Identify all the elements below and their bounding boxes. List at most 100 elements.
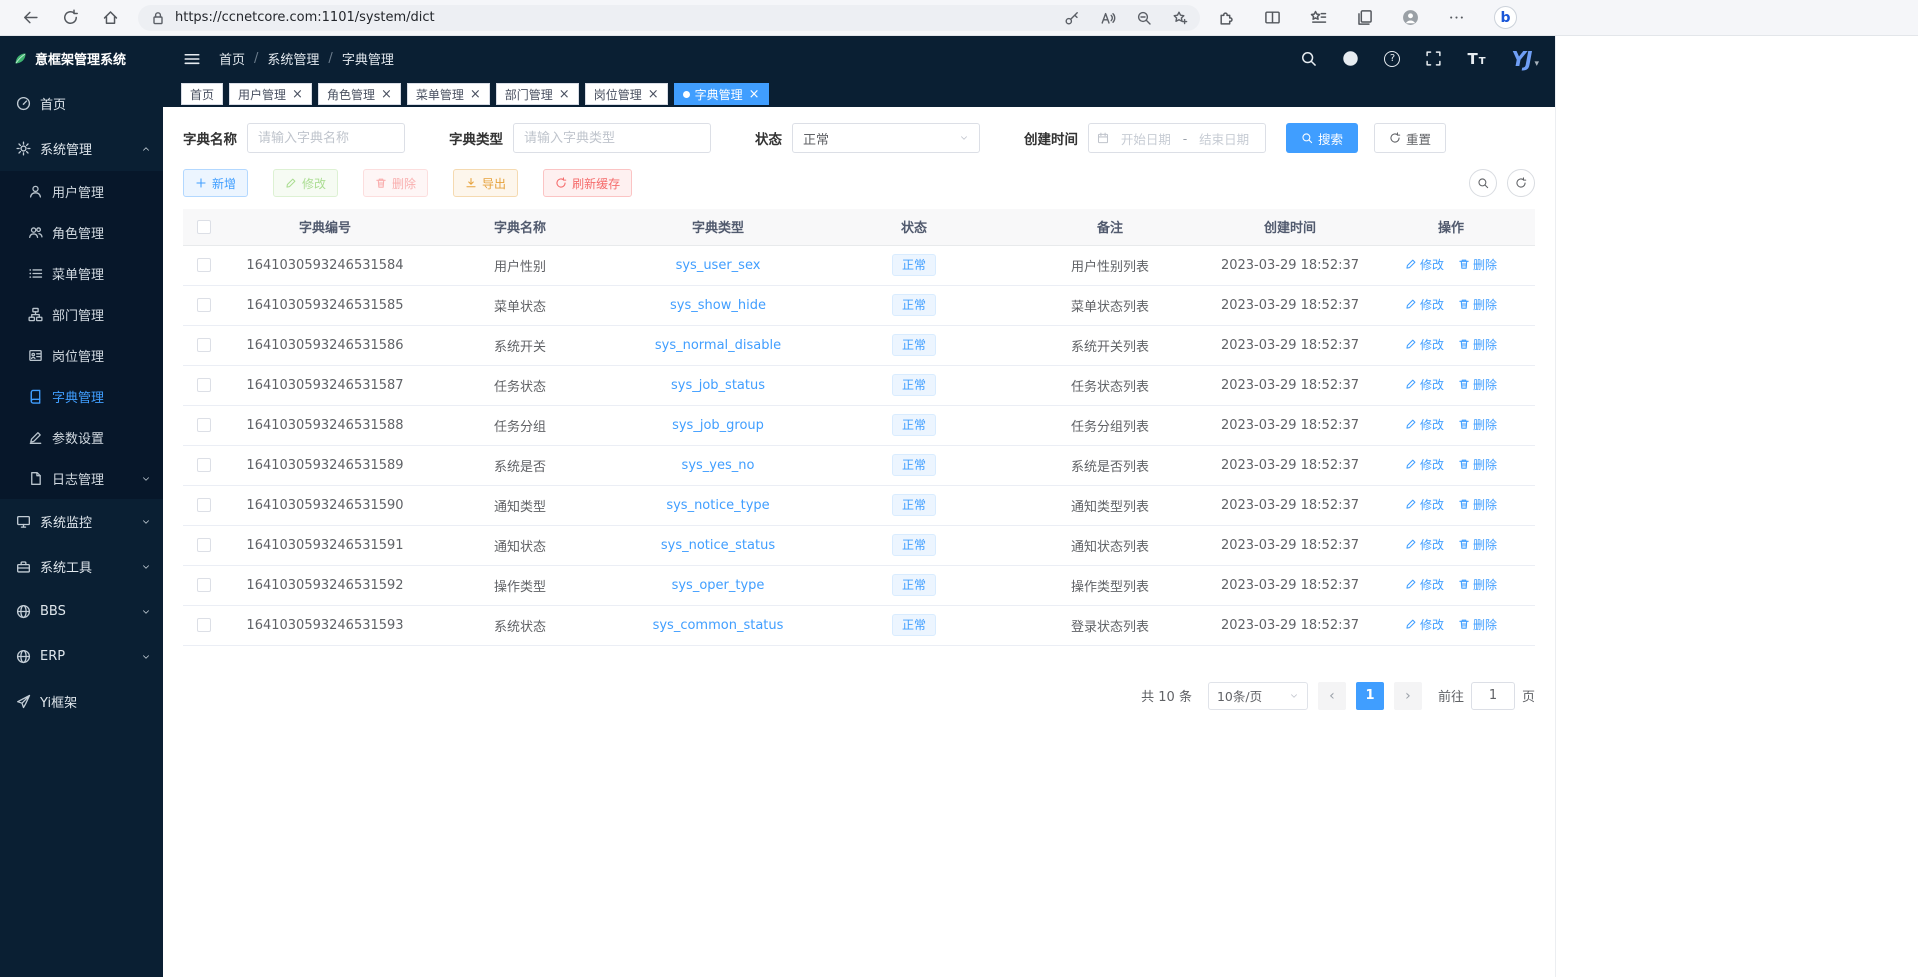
dict-type-link[interactable]: sys_oper_type bbox=[672, 578, 765, 593]
export-button[interactable]: 导出 bbox=[453, 169, 518, 197]
sidebar-item-0[interactable]: 首页 bbox=[0, 81, 163, 126]
row-delete-button[interactable]: 删除 bbox=[1458, 376, 1497, 393]
breadcrumb-item[interactable]: 系统管理 bbox=[267, 49, 319, 68]
close-icon[interactable]: × bbox=[559, 88, 570, 101]
row-delete-button[interactable]: 删除 bbox=[1458, 496, 1497, 513]
search-icon[interactable] bbox=[1300, 50, 1317, 67]
close-icon[interactable]: × bbox=[749, 88, 760, 101]
search-button[interactable]: 搜索 bbox=[1286, 123, 1358, 153]
tab-0[interactable]: 首页 bbox=[181, 83, 223, 105]
row-checkbox[interactable] bbox=[197, 538, 211, 552]
tab-1[interactable]: 用户管理× bbox=[229, 83, 312, 105]
app-logo[interactable]: 意框架管理系统 bbox=[0, 36, 163, 81]
extensions-icon[interactable] bbox=[1218, 9, 1235, 26]
sidebar-item-5[interactable]: ERP bbox=[0, 634, 163, 679]
row-edit-button[interactable]: 修改 bbox=[1405, 456, 1444, 473]
favorites-icon[interactable] bbox=[1310, 9, 1327, 26]
page-size-select[interactable]: 10条/页 bbox=[1208, 682, 1308, 710]
sidebar-subitem-7[interactable]: 日志管理 bbox=[0, 458, 163, 499]
row-edit-button[interactable]: 修改 bbox=[1405, 496, 1444, 513]
sidebar-item-4[interactable]: BBS bbox=[0, 589, 163, 634]
dict-type-link[interactable]: sys_common_status bbox=[653, 618, 784, 633]
sidebar-item-6[interactable]: Yi框架 bbox=[0, 679, 163, 724]
edit-button[interactable]: 修改 bbox=[273, 169, 338, 197]
row-delete-button[interactable]: 删除 bbox=[1458, 576, 1497, 593]
address-bar[interactable]: https://ccnetcore.com:1101/system/dict bbox=[138, 5, 1200, 31]
dict-type-link[interactable]: sys_job_status bbox=[671, 378, 765, 393]
dict-type-link[interactable]: sys_show_hide bbox=[670, 298, 766, 313]
next-page-button[interactable]: › bbox=[1394, 682, 1422, 710]
dict-type-link[interactable]: sys_normal_disable bbox=[655, 338, 781, 353]
row-checkbox[interactable] bbox=[197, 578, 211, 592]
row-delete-button[interactable]: 删除 bbox=[1458, 336, 1497, 353]
row-checkbox[interactable] bbox=[197, 498, 211, 512]
user-menu[interactable]: YJ ▾ bbox=[1512, 49, 1539, 69]
collections-icon[interactable] bbox=[1356, 9, 1373, 26]
status-select[interactable]: 正常 bbox=[792, 123, 980, 153]
row-checkbox[interactable] bbox=[197, 378, 211, 392]
row-checkbox[interactable] bbox=[197, 258, 211, 272]
row-edit-button[interactable]: 修改 bbox=[1405, 416, 1444, 433]
date-range-picker[interactable]: 开始日期 - 结束日期 bbox=[1088, 123, 1266, 153]
key-icon[interactable] bbox=[1064, 10, 1080, 26]
row-checkbox[interactable] bbox=[197, 338, 211, 352]
refresh-cache-button[interactable]: 刷新缓存 bbox=[543, 169, 632, 197]
refresh-table-button[interactable] bbox=[1507, 169, 1535, 197]
close-icon[interactable]: × bbox=[648, 88, 659, 101]
browser-refresh-button[interactable] bbox=[55, 4, 85, 32]
dict-type-link[interactable]: sys_user_sex bbox=[676, 258, 761, 273]
row-edit-button[interactable]: 修改 bbox=[1405, 336, 1444, 353]
more-icon[interactable] bbox=[1448, 9, 1465, 26]
row-delete-button[interactable]: 删除 bbox=[1458, 416, 1497, 433]
row-delete-button[interactable]: 删除 bbox=[1458, 616, 1497, 633]
row-edit-button[interactable]: 修改 bbox=[1405, 256, 1444, 273]
row-edit-button[interactable]: 修改 bbox=[1405, 616, 1444, 633]
dict-type-link[interactable]: sys_notice_type bbox=[666, 498, 769, 513]
sidebar-subitem-1[interactable]: 角色管理 bbox=[0, 212, 163, 253]
dict-type-link[interactable]: sys_job_group bbox=[672, 418, 764, 433]
github-icon[interactable] bbox=[1342, 50, 1359, 67]
sidebar-subitem-2[interactable]: 菜单管理 bbox=[0, 253, 163, 294]
row-checkbox[interactable] bbox=[197, 298, 211, 312]
close-icon[interactable]: × bbox=[470, 88, 481, 101]
split-screen-icon[interactable] bbox=[1264, 9, 1281, 26]
goto-page-input[interactable] bbox=[1471, 682, 1515, 710]
read-aloud-icon[interactable] bbox=[1100, 10, 1116, 26]
dict-type-input[interactable] bbox=[513, 123, 711, 153]
sidebar-subitem-4[interactable]: 岗位管理 bbox=[0, 335, 163, 376]
row-checkbox[interactable] bbox=[197, 618, 211, 632]
close-icon[interactable]: × bbox=[381, 88, 392, 101]
toggle-search-button[interactable] bbox=[1469, 169, 1497, 197]
dict-type-link[interactable]: sys_yes_no bbox=[682, 458, 755, 473]
sidebar-subitem-5[interactable]: 字典管理 bbox=[0, 376, 163, 417]
row-edit-button[interactable]: 修改 bbox=[1405, 536, 1444, 553]
sidebar-item-1[interactable]: 系统管理 bbox=[0, 126, 163, 171]
sidebar-subitem-6[interactable]: 参数设置 bbox=[0, 417, 163, 458]
tab-5[interactable]: 岗位管理× bbox=[585, 83, 668, 105]
fullscreen-icon[interactable] bbox=[1425, 50, 1442, 67]
hamburger-icon[interactable] bbox=[183, 50, 201, 68]
row-checkbox[interactable] bbox=[197, 458, 211, 472]
sidebar-subitem-3[interactable]: 部门管理 bbox=[0, 294, 163, 335]
breadcrumb-item[interactable]: 字典管理 bbox=[342, 49, 394, 68]
select-all-checkbox[interactable] bbox=[197, 220, 211, 234]
row-edit-button[interactable]: 修改 bbox=[1405, 296, 1444, 313]
sidebar-item-2[interactable]: 系统监控 bbox=[0, 499, 163, 544]
profile-icon[interactable] bbox=[1402, 9, 1419, 26]
text-size-icon[interactable]: TT bbox=[1467, 50, 1486, 68]
breadcrumb-item[interactable]: 首页 bbox=[219, 49, 245, 68]
row-edit-button[interactable]: 修改 bbox=[1405, 376, 1444, 393]
url-text[interactable]: https://ccnetcore.com:1101/system/dict bbox=[175, 10, 1055, 25]
dict-name-input[interactable] bbox=[247, 123, 405, 153]
prev-page-button[interactable]: ‹ bbox=[1318, 682, 1346, 710]
tab-6[interactable]: 字典管理× bbox=[674, 83, 769, 105]
row-delete-button[interactable]: 删除 bbox=[1458, 256, 1497, 273]
row-delete-button[interactable]: 删除 bbox=[1458, 536, 1497, 553]
sidebar-subitem-0[interactable]: 用户管理 bbox=[0, 171, 163, 212]
zoom-icon[interactable] bbox=[1136, 10, 1152, 26]
row-checkbox[interactable] bbox=[197, 418, 211, 432]
bing-icon[interactable]: b bbox=[1494, 6, 1517, 29]
dict-type-link[interactable]: sys_notice_status bbox=[661, 538, 775, 553]
tab-2[interactable]: 角色管理× bbox=[318, 83, 401, 105]
help-icon[interactable]: ? bbox=[1384, 51, 1400, 67]
